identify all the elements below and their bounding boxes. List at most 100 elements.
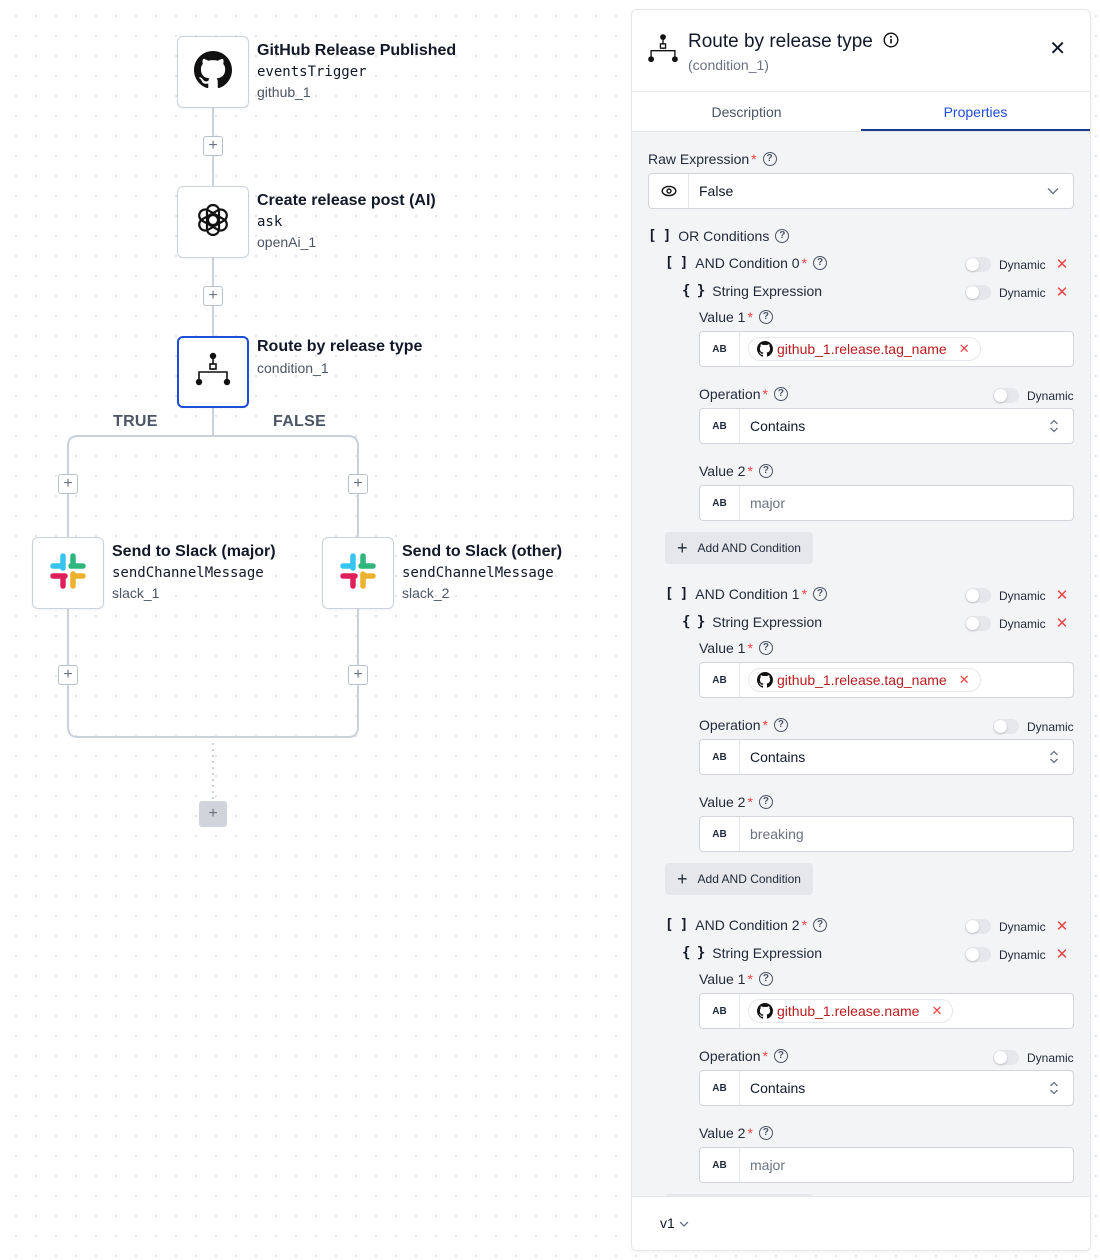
- node-id: slack_1: [112, 585, 160, 601]
- remove-chip-icon[interactable]: ✕: [959, 341, 970, 357]
- help-icon[interactable]: ?: [758, 972, 773, 986]
- string-expression-label: { } String Expression: [682, 283, 823, 299]
- close-icon[interactable]: ✕: [1049, 36, 1066, 61]
- toggle-switch[interactable]: [965, 257, 991, 272]
- node-title: GitHub Release Published: [257, 42, 457, 59]
- help-icon[interactable]: ?: [773, 1049, 788, 1063]
- add-step-button[interactable]: +: [58, 665, 78, 685]
- version-select[interactable]: v1: [660, 1215, 689, 1231]
- toggle-switch[interactable]: [965, 616, 991, 631]
- string-expression-dynamic-toggle[interactable]: Dynamic ✕: [965, 285, 1068, 300]
- toggle-switch[interactable]: [965, 285, 991, 300]
- array-brackets-icon: [ ]: [665, 586, 688, 602]
- tab-description[interactable]: Description: [632, 92, 861, 131]
- github-icon: [757, 672, 773, 688]
- chevron-down-icon: [1047, 182, 1059, 200]
- value1-input[interactable]: AB github_1.release.tag_name ✕: [699, 662, 1074, 698]
- node-slack-major[interactable]: [32, 537, 104, 609]
- variable-chip[interactable]: github_1.release.tag_name ✕: [748, 668, 981, 692]
- add-and-condition-button[interactable]: +Add AND Condition: [665, 532, 813, 564]
- workflow-canvas[interactable]: GitHub Release Published eventsTrigger g…: [0, 0, 630, 1260]
- value1-label: Value 1 *?: [699, 971, 773, 987]
- value2-input[interactable]: AB major: [699, 1147, 1074, 1183]
- node-slack-other[interactable]: [322, 537, 394, 609]
- tab-properties[interactable]: Properties: [861, 92, 1090, 131]
- info-icon[interactable]: [883, 32, 899, 53]
- help-icon[interactable]: ?: [758, 641, 773, 655]
- help-icon[interactable]: ?: [813, 587, 828, 601]
- remove-expression-icon[interactable]: ✕: [1056, 616, 1069, 631]
- and-condition-dynamic-toggle[interactable]: Dynamic ✕: [965, 257, 1068, 272]
- help-icon[interactable]: ?: [813, 918, 828, 932]
- value2-input[interactable]: AB breaking: [699, 816, 1074, 852]
- toggle-switch[interactable]: [993, 1050, 1019, 1065]
- help-icon[interactable]: ?: [775, 229, 790, 243]
- remove-condition-icon[interactable]: ✕: [1056, 257, 1069, 272]
- help-icon[interactable]: ?: [813, 256, 828, 270]
- operation-value: Contains: [750, 749, 806, 765]
- remove-condition-icon[interactable]: ✕: [1056, 919, 1069, 934]
- node-condition[interactable]: [177, 336, 249, 408]
- text-type-badge: AB: [700, 409, 740, 443]
- object-braces-icon: { }: [682, 614, 705, 630]
- variable-chip-text: github_1.release.tag_name: [777, 341, 947, 357]
- node-condition-info: Route by release type condition_1: [257, 338, 422, 376]
- operation-select[interactable]: AB Contains: [699, 408, 1074, 444]
- node-github-info: GitHub Release Published eventsTrigger g…: [257, 42, 456, 100]
- add-step-button[interactable]: +: [348, 665, 368, 685]
- text-type-badge: AB: [700, 740, 740, 774]
- value1-input[interactable]: AB github_1.release.name ✕: [699, 993, 1074, 1029]
- operation-select[interactable]: AB Contains: [699, 739, 1074, 775]
- and-condition-dynamic-toggle[interactable]: Dynamic ✕: [965, 588, 1068, 603]
- toggle-switch[interactable]: [965, 947, 991, 962]
- node-github-trigger[interactable]: [177, 36, 249, 108]
- remove-chip-icon[interactable]: ✕: [931, 1003, 942, 1019]
- github-icon: [194, 50, 232, 94]
- text-type-badge: AB: [700, 817, 740, 851]
- version-label: v1: [660, 1215, 675, 1231]
- node-openai-ask[interactable]: [177, 186, 249, 258]
- variable-chip[interactable]: github_1.release.name ✕: [748, 999, 954, 1023]
- add-and-condition-button[interactable]: +Add AND Condition: [665, 863, 813, 895]
- and-condition-dynamic-toggle[interactable]: Dynamic ✕: [965, 919, 1068, 934]
- github-icon: [757, 341, 773, 357]
- operation-dynamic-toggle[interactable]: Dynamic: [993, 388, 1074, 403]
- add-final-step-button[interactable]: +: [199, 801, 227, 827]
- value1-input[interactable]: AB github_1.release.tag_name ✕: [699, 331, 1074, 367]
- variable-chip[interactable]: github_1.release.tag_name ✕: [748, 337, 981, 361]
- remove-condition-icon[interactable]: ✕: [1056, 588, 1069, 603]
- toggle-switch[interactable]: [965, 919, 991, 934]
- operation-select[interactable]: AB Contains: [699, 1070, 1074, 1106]
- node-title: Send to Slack (other): [402, 543, 563, 560]
- help-icon[interactable]: ?: [773, 387, 788, 401]
- github-icon: [757, 1003, 773, 1019]
- help-icon[interactable]: ?: [773, 718, 788, 732]
- toggle-switch[interactable]: [965, 588, 991, 603]
- toggle-switch[interactable]: [993, 388, 1019, 403]
- panel-title: Route by release type: [688, 31, 873, 52]
- add-step-button[interactable]: +: [58, 474, 78, 494]
- add-step-button[interactable]: +: [348, 474, 368, 494]
- help-icon[interactable]: ?: [758, 795, 773, 809]
- help-icon[interactable]: ?: [758, 1126, 773, 1140]
- slack-icon: [49, 552, 87, 595]
- branch-label-true: TRUE: [113, 413, 158, 430]
- help-icon[interactable]: ?: [758, 310, 773, 324]
- value2-input[interactable]: AB major: [699, 485, 1074, 521]
- raw-expression-select[interactable]: False: [648, 173, 1074, 209]
- help-icon[interactable]: ?: [762, 152, 777, 166]
- remove-chip-icon[interactable]: ✕: [959, 672, 970, 688]
- string-expression-dynamic-toggle[interactable]: Dynamic ✕: [965, 947, 1068, 962]
- string-expression-dynamic-toggle[interactable]: Dynamic ✕: [965, 616, 1068, 631]
- add-step-button[interactable]: +: [203, 286, 223, 306]
- branch-label-false: FALSE: [273, 413, 327, 430]
- operation-label: Operation *?: [699, 386, 788, 402]
- operation-dynamic-toggle[interactable]: Dynamic: [993, 719, 1074, 734]
- operation-dynamic-toggle[interactable]: Dynamic: [993, 1050, 1074, 1065]
- add-step-button[interactable]: +: [203, 136, 223, 156]
- toggle-switch[interactable]: [993, 719, 1019, 734]
- node-title: Send to Slack (major): [112, 543, 276, 560]
- remove-expression-icon[interactable]: ✕: [1056, 285, 1069, 300]
- help-icon[interactable]: ?: [758, 464, 773, 478]
- remove-expression-icon[interactable]: ✕: [1056, 947, 1069, 962]
